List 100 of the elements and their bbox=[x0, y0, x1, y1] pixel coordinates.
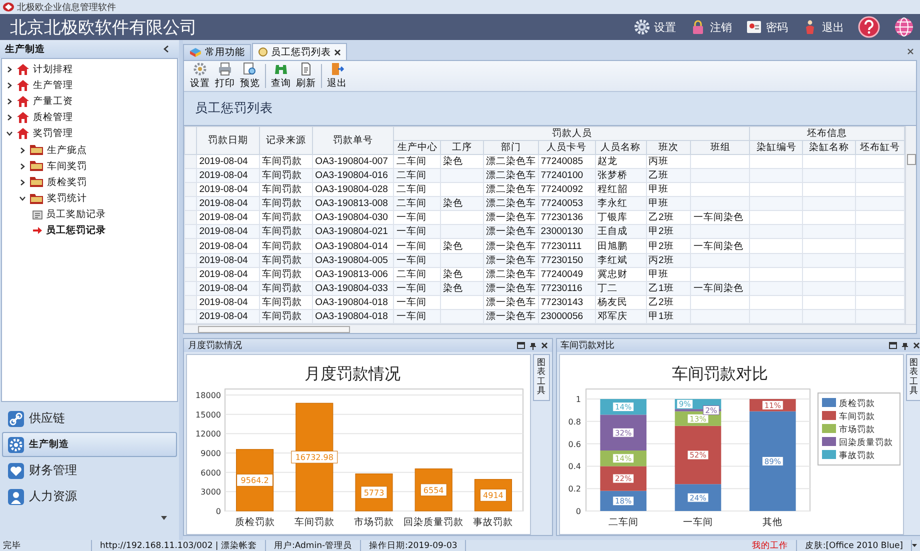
table-cell bbox=[440, 295, 484, 310]
nav-button[interactable]: 生产制造 bbox=[2, 432, 177, 457]
expander-icon[interactable] bbox=[6, 98, 13, 105]
column-header[interactable]: 班组 bbox=[690, 140, 750, 154]
chart-title: 月度罚款情况 bbox=[304, 364, 400, 383]
column-header[interactable]: 罚款日期 bbox=[196, 126, 260, 154]
column-header[interactable]: 生产中心 bbox=[394, 140, 441, 154]
tree-item[interactable]: 员工惩罚记录 bbox=[46, 224, 106, 238]
side-tab[interactable]: 图表工具 bbox=[906, 354, 920, 402]
tree-item[interactable]: 生产管理 bbox=[33, 78, 73, 92]
tree-item[interactable]: 奖罚管理 bbox=[33, 127, 73, 140]
app-logo-icon bbox=[3, 2, 14, 12]
collapse-icon[interactable] bbox=[163, 45, 169, 53]
toolbar-button[interactable]: 设置 bbox=[188, 62, 212, 90]
tree-item[interactable]: 车间奖罚 bbox=[47, 160, 87, 173]
tree-item[interactable]: 奖罚统计 bbox=[47, 192, 87, 206]
toolbar-button[interactable]: 查询 bbox=[269, 62, 293, 90]
category-label: 市场罚款 bbox=[354, 517, 394, 528]
table-cell bbox=[802, 196, 856, 211]
table-cell: 车间罚款 bbox=[260, 309, 313, 324]
side-tab[interactable]: 图表工具 bbox=[533, 354, 550, 402]
close-icon[interactable] bbox=[907, 48, 914, 55]
expander-icon[interactable] bbox=[6, 66, 13, 73]
help-icon[interactable] bbox=[858, 16, 880, 38]
category-label: 事故罚款 bbox=[473, 517, 514, 528]
column-header[interactable]: 染缸名称 bbox=[802, 140, 856, 154]
table-cell: 2019-08-04 bbox=[196, 196, 260, 211]
table-cell: 染色 bbox=[440, 238, 484, 254]
tree-item[interactable]: 产量工资 bbox=[33, 94, 73, 108]
restore-icon[interactable] bbox=[889, 342, 897, 349]
table-cell: 2019-08-04 bbox=[196, 168, 260, 183]
toolbar-button[interactable]: 预览 bbox=[238, 62, 262, 90]
column-header[interactable]: 罚款单号 bbox=[312, 126, 394, 154]
nav-button[interactable]: 供应链 bbox=[2, 406, 177, 431]
table-cell bbox=[802, 238, 856, 254]
table-cell: 一车间 bbox=[394, 238, 441, 254]
header-button[interactable]: 设置 bbox=[634, 19, 676, 35]
caret-icon[interactable] bbox=[912, 544, 917, 547]
expander-icon[interactable] bbox=[19, 178, 26, 186]
table-cell: 车间罚款 bbox=[260, 238, 313, 254]
globe-icon[interactable] bbox=[894, 17, 914, 37]
value-label: 4914 bbox=[480, 488, 506, 502]
restore-icon[interactable] bbox=[516, 342, 524, 349]
tab[interactable]: 员工惩罚列表 bbox=[252, 43, 347, 60]
tree-item[interactable]: 员工奖励记录 bbox=[46, 208, 106, 222]
table-cell: 77230143 bbox=[538, 295, 596, 310]
door-icon bbox=[330, 62, 344, 76]
skin-selector[interactable]: 皮肤:[Office 2010 Blue] bbox=[796, 540, 912, 551]
nav-button[interactable]: 财务管理 bbox=[2, 458, 177, 483]
vertical-scrollbar[interactable] bbox=[905, 126, 916, 324]
table-cell bbox=[856, 224, 904, 239]
header-button[interactable]: 密码 bbox=[746, 19, 788, 35]
pin-icon[interactable] bbox=[902, 342, 908, 350]
table-cell: 丙2班 bbox=[646, 253, 691, 268]
list-title: 员工惩罚列表 bbox=[195, 100, 273, 117]
column-header[interactable]: 工序 bbox=[440, 140, 484, 154]
table-cell: 车间罚款 bbox=[260, 196, 313, 211]
column-header[interactable]: 染缸编号 bbox=[750, 140, 803, 154]
tree-item[interactable]: 生产疵点 bbox=[47, 144, 87, 157]
expander-icon[interactable] bbox=[6, 114, 13, 122]
expander-icon[interactable] bbox=[19, 162, 26, 170]
header-button[interactable]: 退出 bbox=[802, 19, 844, 35]
header-button[interactable]: 注销 bbox=[690, 19, 732, 35]
column-header[interactable]: 人员卡号 bbox=[538, 140, 596, 154]
column-header[interactable]: 坯布缸号 bbox=[856, 140, 904, 154]
toolbar-button[interactable]: 刷新 bbox=[294, 62, 318, 90]
table-cell: OA3-190813-006 bbox=[312, 267, 394, 282]
axis-tick-label: 0 bbox=[575, 507, 580, 516]
table-cell: 车间罚款 bbox=[260, 168, 313, 183]
pin-icon[interactable] bbox=[530, 342, 536, 350]
house-icon bbox=[16, 127, 30, 140]
axis-tick-label: 0.4 bbox=[568, 462, 580, 472]
tab[interactable]: 常用功能 bbox=[183, 44, 251, 60]
close-icon[interactable] bbox=[334, 48, 341, 56]
column-header[interactable]: 记录来源 bbox=[260, 126, 313, 154]
toolbar-button[interactable]: 打印 bbox=[213, 62, 237, 90]
expander-icon[interactable] bbox=[19, 195, 26, 202]
horizontal-scrollbar[interactable] bbox=[184, 324, 916, 333]
close-icon[interactable] bbox=[540, 342, 548, 349]
expander-icon[interactable] bbox=[19, 146, 26, 154]
expander-icon[interactable] bbox=[6, 130, 13, 138]
column-header[interactable]: 人员名称 bbox=[595, 140, 646, 154]
nav-button[interactable]: 人力资源 bbox=[2, 484, 177, 509]
tree-item[interactable]: 质检奖罚 bbox=[47, 176, 87, 189]
tree-item[interactable]: 质检管理 bbox=[33, 111, 73, 124]
close-icon[interactable] bbox=[913, 342, 920, 349]
tree-item[interactable]: 计划排程 bbox=[33, 62, 73, 76]
column-header[interactable]: 部门 bbox=[483, 140, 538, 154]
table-cell: 车间罚款 bbox=[260, 281, 313, 296]
column-header[interactable]: 班次 bbox=[646, 140, 691, 154]
table-cell: 李永红 bbox=[595, 196, 646, 211]
toolbar-button[interactable]: 退出 bbox=[325, 62, 349, 90]
table-cell: OA3-190804-014 bbox=[312, 238, 394, 254]
axis-tick-label: 3000 bbox=[200, 488, 221, 497]
table-cell: 一车间 bbox=[394, 281, 441, 296]
expander-icon[interactable] bbox=[6, 82, 13, 89]
caret-icon[interactable] bbox=[161, 516, 167, 520]
my-work-link[interactable]: 我的工作 bbox=[744, 540, 797, 551]
printer-icon bbox=[218, 62, 232, 76]
axis-tick-label: 1 bbox=[575, 395, 580, 404]
